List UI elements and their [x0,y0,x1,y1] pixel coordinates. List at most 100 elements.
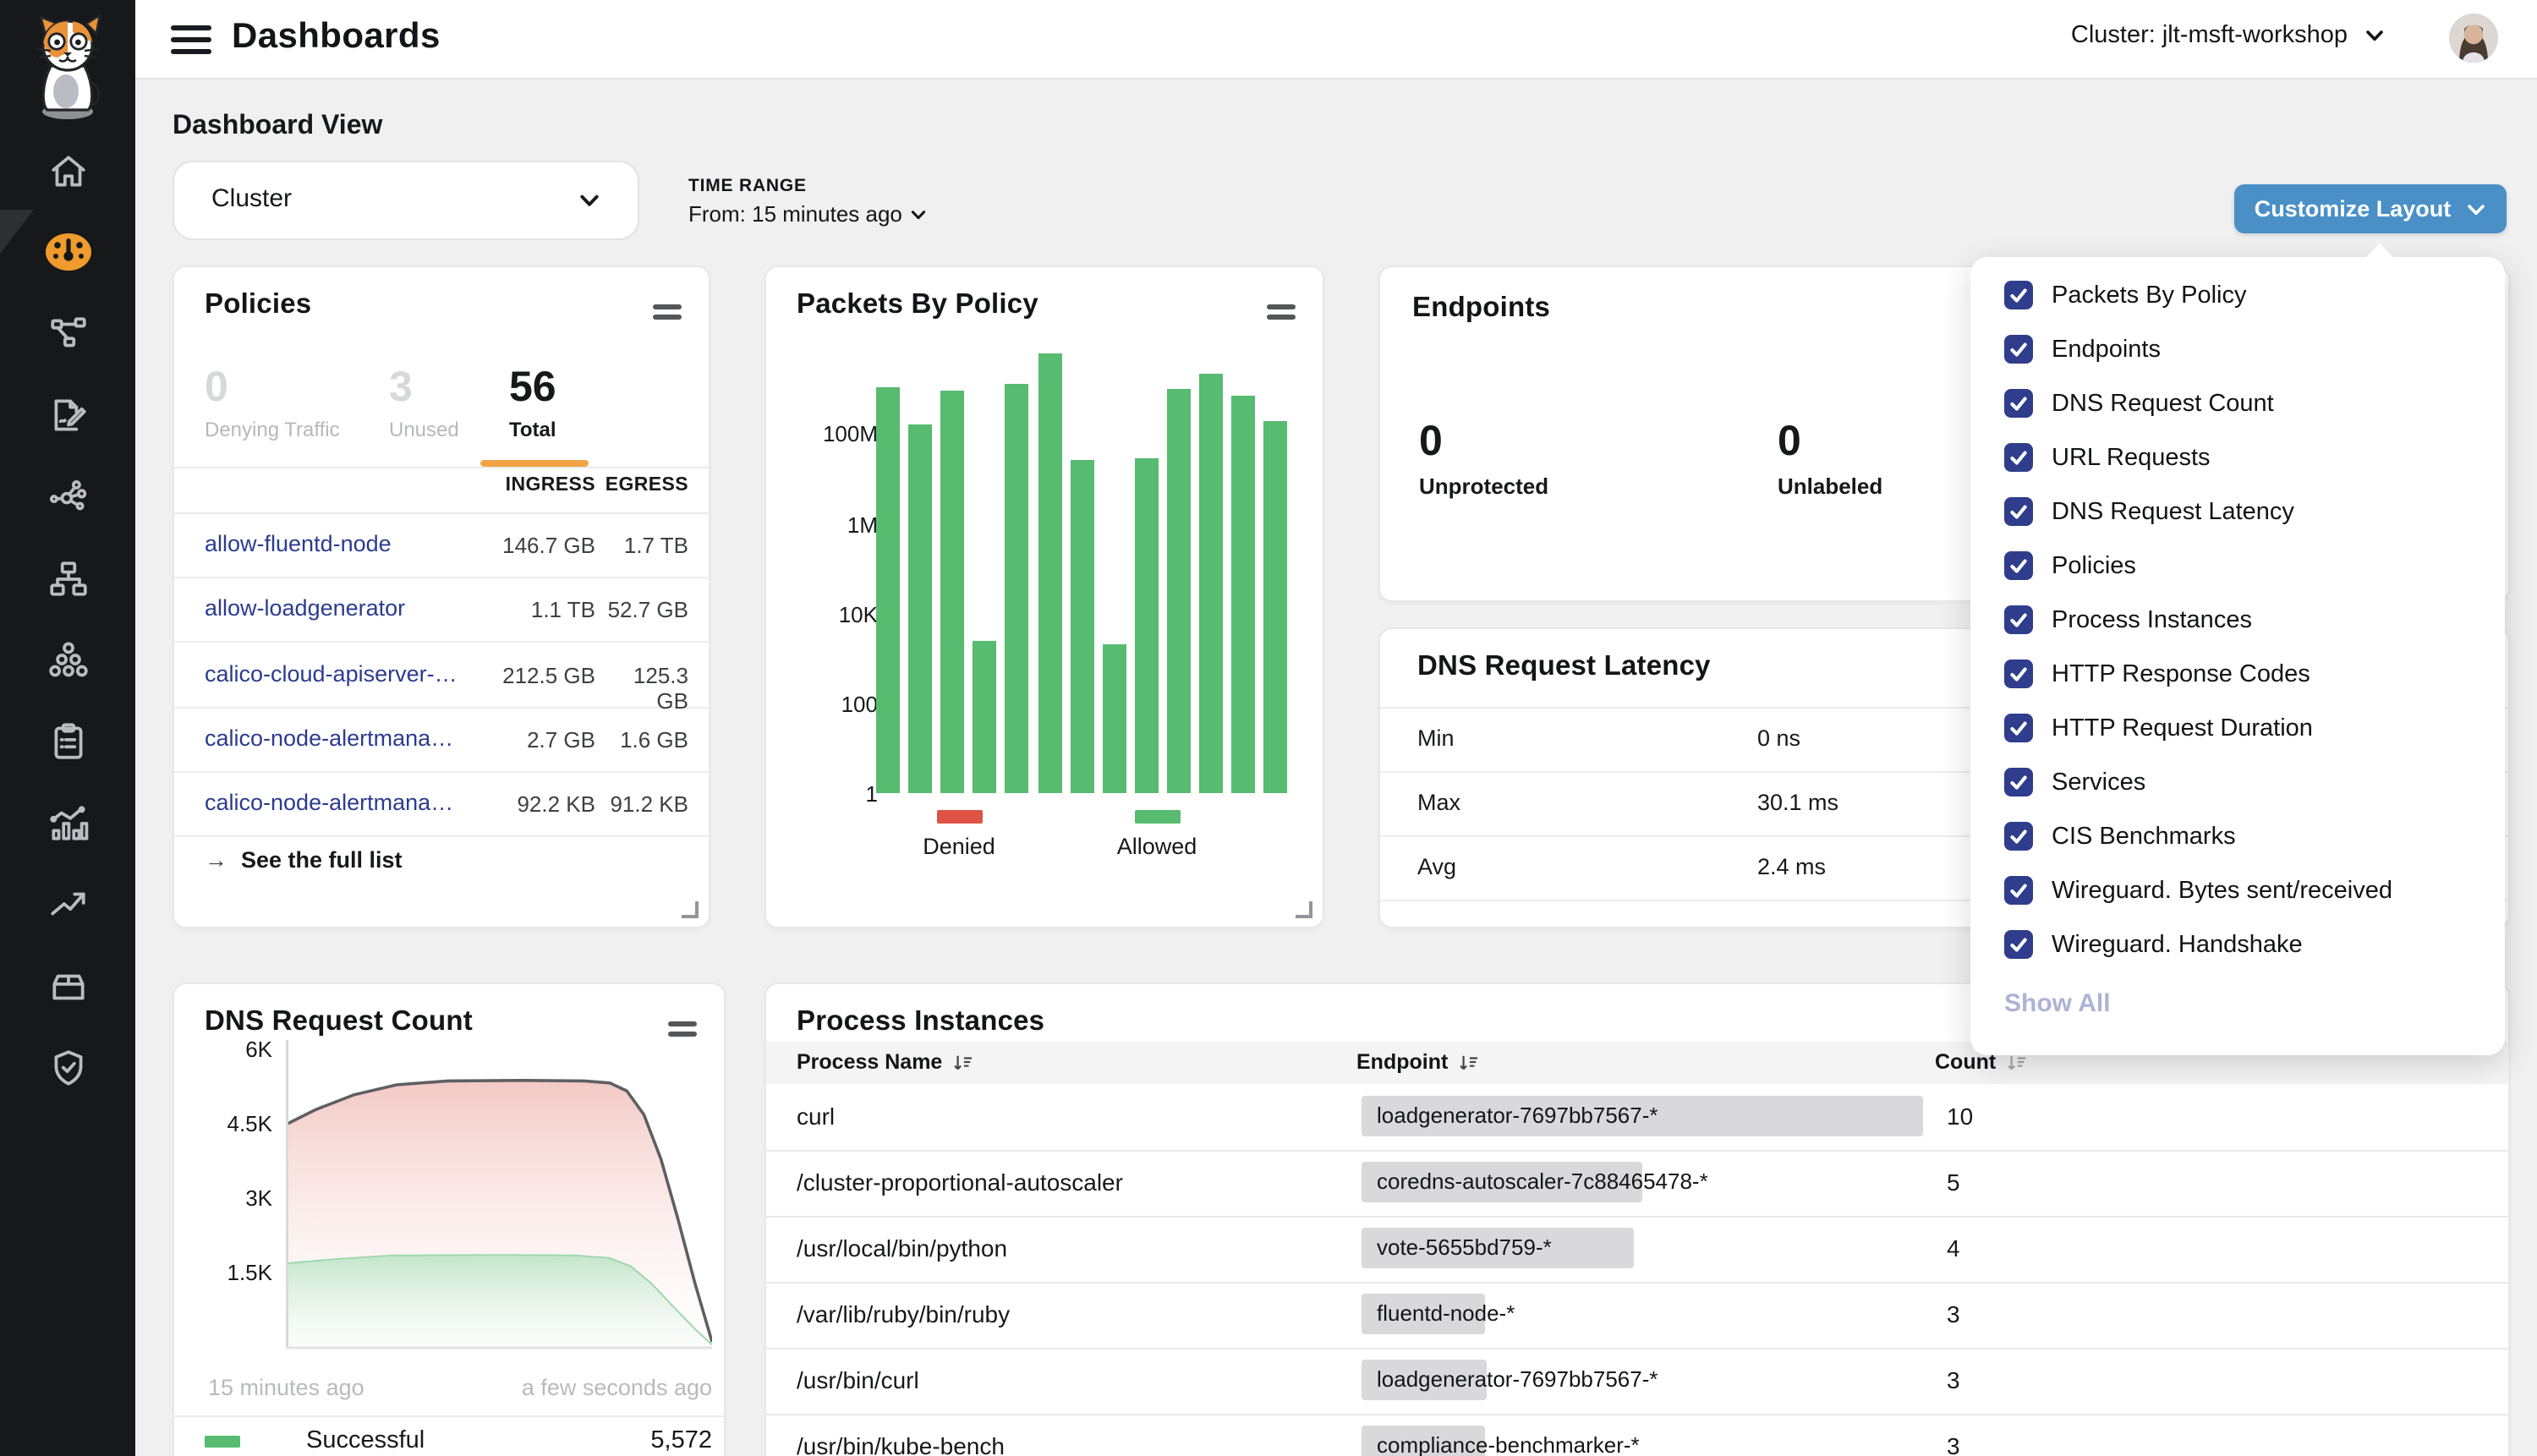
packets-by-policy-card: Packets By Policy 100M1M10K1001 DeniedAl… [764,265,1324,928]
hamburger-menu-icon[interactable] [171,25,211,54]
endpoint-name: vote-5655bd759-* [1377,1234,1552,1260]
legend-denied: Denied [908,810,1010,859]
customize-layout-button[interactable]: Customize Layout [2234,184,2507,233]
checkbox-checked-icon[interactable] [2004,443,2033,472]
checkbox-checked-icon[interactable] [2004,605,2033,634]
policy-name-link[interactable]: allow-fluentd-node [205,531,392,556]
calico-cat-logo[interactable] [17,8,118,123]
menu-item-label: Process Instances [2052,607,2252,634]
home-icon [47,150,89,192]
allowed-bar [1167,388,1191,793]
see-full-list-link[interactable]: →See the full list [205,847,403,873]
sidebar-item-traffic-chart[interactable] [0,796,135,847]
policy-row: calico-cloud-apiserver-…212.5 GB125.3 GB [174,642,709,708]
drag-handle-icon[interactable] [653,304,682,325]
sidebar-item-package-box[interactable] [0,961,135,1011]
successful-legend-swatch [205,1436,240,1448]
sort-desc-icon [2006,1054,2028,1072]
checkbox-checked-icon[interactable] [2004,930,2033,959]
menu-item-label: URL Requests [2052,445,2211,472]
process-name-column-header[interactable]: Process Name [797,1050,974,1074]
policies-card-title: Policies [205,289,311,321]
egress-column-header: EGRESS [600,475,688,495]
chevron-down-icon [911,206,928,223]
successful-legend-label: Successful [306,1427,425,1454]
sidebar-item-sitemap[interactable] [0,553,135,604]
sidebar-item-home[interactable] [0,145,135,196]
drag-handle-icon[interactable] [1267,304,1296,325]
endpoints-card-title: Endpoints [1412,293,1550,325]
trend-line-icon [47,882,89,924]
menu-item-label: Packets By Policy [2052,282,2247,309]
endpoint-column-header[interactable]: Endpoint [1356,1050,1480,1074]
chevron-down-icon [578,189,600,211]
policies-stat-unused[interactable]: 3Unused [389,365,459,441]
policy-name-link[interactable]: calico-node-alertmana… [205,725,453,751]
process-name: /cluster-proportional-autoscaler [797,1169,1123,1196]
checkbox-checked-icon[interactable] [2004,768,2033,796]
sidebar-item-node-cluster[interactable] [0,634,135,685]
menu-item-label: Services [2052,769,2145,796]
sidebar-item-trend-line[interactable] [0,878,135,928]
checkbox-checked-icon[interactable] [2004,822,2033,851]
packets-card-title: Packets By Policy [797,289,1038,321]
divider [174,467,709,468]
checkbox-checked-icon[interactable] [2004,389,2033,418]
policy-row: allow-fluentd-node146.7 GB1.7 TB [174,512,709,578]
policies-stat-denying-traffic[interactable]: 0Denying Traffic [205,365,340,441]
avatar[interactable] [2449,14,2498,63]
allowed-bar [908,424,932,793]
checkbox-checked-icon[interactable] [2004,497,2033,526]
process-count: 5 [1947,1169,1960,1196]
policy-egress-value: 91.2 KB [600,791,688,817]
latency-metric-value: 2.4 ms [1757,854,1826,879]
checkbox-checked-icon[interactable] [2004,551,2033,580]
show-all-link[interactable]: Show All [2004,989,2111,1018]
menu-item-label: Policies [2052,553,2136,580]
process-name: curl [797,1103,835,1130]
sidebar-item-dashboard-gauge[interactable] [0,227,135,277]
process-name: /var/lib/ruby/bin/ruby [797,1300,1010,1327]
latency-metric-label: Max [1417,790,1460,815]
y-axis-tick: 1M [766,512,878,538]
dns-request-count-card: DNS Request Count 6K4.5K3K1.5K 15 minute… [173,983,726,1456]
sidebar-item-network-graph[interactable] [0,470,135,521]
policy-ingress-value: 1.1 TB [443,598,595,623]
checkbox-checked-icon[interactable] [2004,660,2033,688]
resize-corner-icon[interactable] [1296,901,1312,918]
checkbox-checked-icon[interactable] [2004,876,2033,905]
policy-name-link[interactable]: allow-loadgenerator [205,596,405,621]
process-count: 4 [1947,1234,1960,1262]
sitemap-icon [47,557,89,599]
ingress-column-header: INGRESS [443,475,595,495]
x-label-end: a few seconds ago [522,1375,712,1400]
menu-item-label: DNS Request Latency [2052,499,2294,526]
policy-egress-value: 52.7 GB [600,598,688,623]
sidebar-item-compliance-clipboard[interactable] [0,715,135,766]
endpoint-name: coredns-autoscaler-7c88465478-* [1377,1169,1708,1194]
policies-stat-total[interactable]: 56Total [509,365,556,441]
dashboard-gauge-icon [38,227,97,277]
checkbox-checked-icon[interactable] [2004,714,2033,742]
checkbox-checked-icon[interactable] [2004,281,2033,309]
legend-allowed: Allowed [1106,810,1208,859]
chevron-down-icon [2466,200,2486,220]
cluster-switcher[interactable]: Cluster: jlt-msft-workshop [2071,22,2385,49]
process-instances-card-title: Process Instances [797,1006,1044,1038]
menu-item-label: HTTP Response Codes [2052,661,2310,688]
sidebar-item-policy-edit[interactable] [0,389,135,440]
time-range-control[interactable]: TIME RANGE From: 15 minutes ago [688,176,928,227]
time-range-value: From: 15 minutes ago [688,201,902,227]
sidebar-item-service-graph[interactable] [0,308,135,359]
latency-metric-label: Avg [1417,854,1456,879]
policy-name-link[interactable]: calico-node-alertmana… [205,790,453,815]
y-axis-tick: 1 [766,781,878,807]
sidebar-item-shield-check[interactable] [0,1042,135,1092]
checkbox-checked-icon[interactable] [2004,335,2033,364]
policy-name-link[interactable]: calico-cloud-apiserver-… [205,660,458,686]
user-avatar-image [2449,14,2498,63]
package-box-icon [47,965,89,1007]
resize-corner-icon[interactable] [682,901,699,918]
successful-legend-value: 5,572 [577,1427,712,1454]
view-select[interactable]: Cluster [173,161,639,240]
